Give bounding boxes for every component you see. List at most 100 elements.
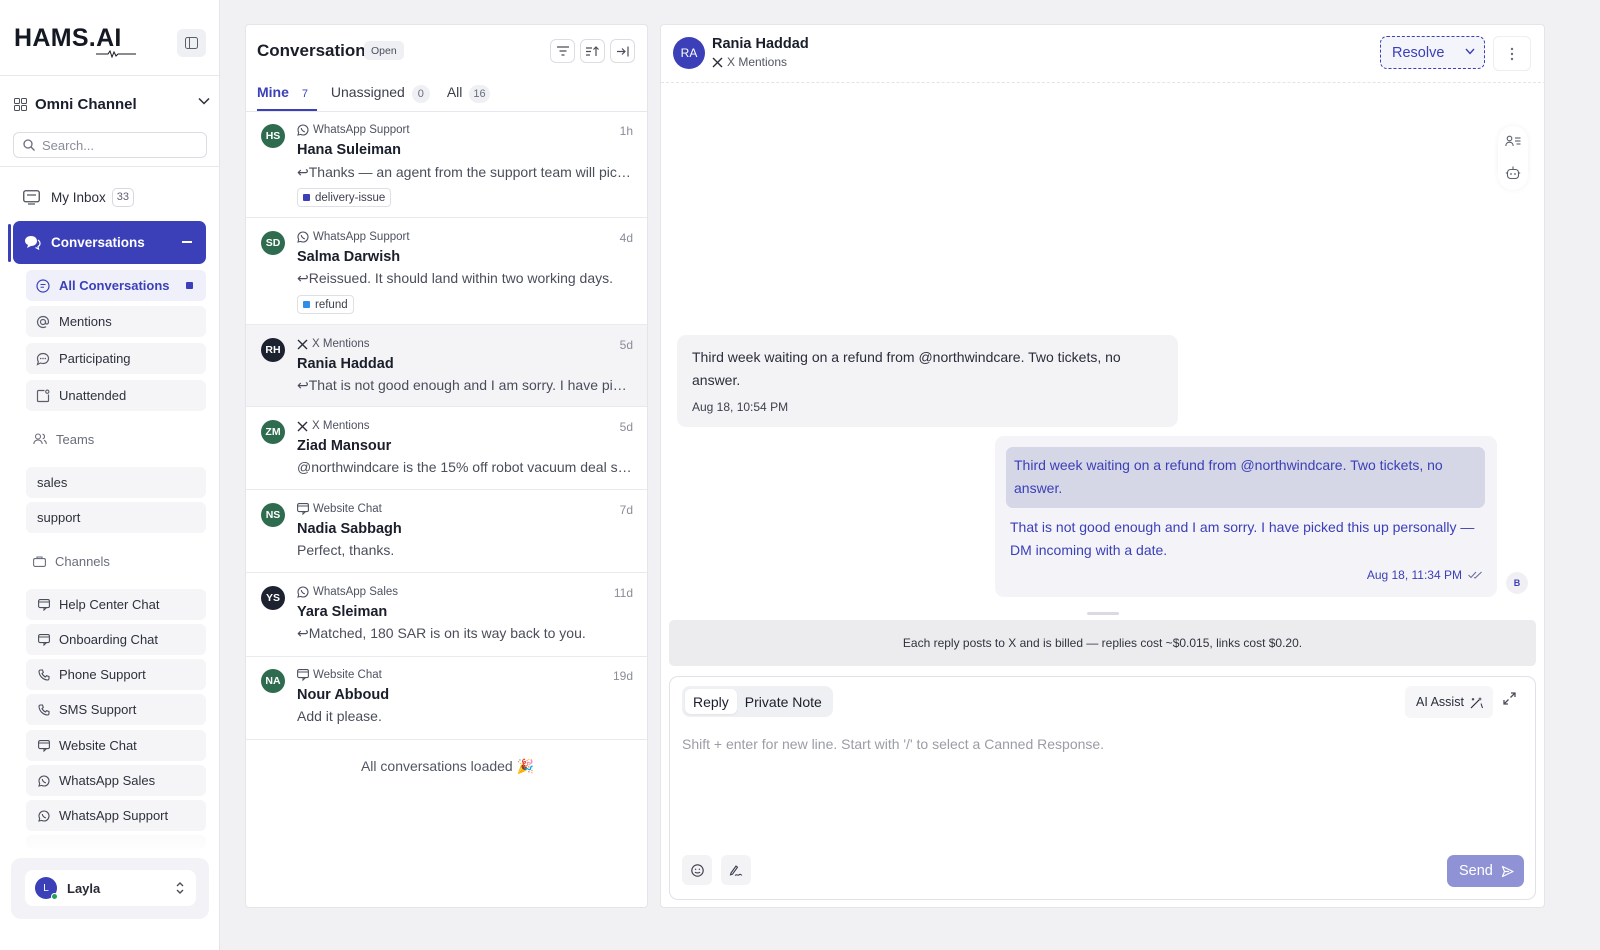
sidebar-toggle-button[interactable] xyxy=(177,29,206,57)
user-menu-button[interactable]: L Layla xyxy=(25,870,196,906)
conversation-item-selected[interactable]: RH X Mentions 5d Rania Haddad ↩That is n… xyxy=(246,325,647,407)
message-text: Third week waiting on a refund from @nor… xyxy=(692,349,1121,388)
logo-row: HAMS.AI xyxy=(0,0,219,76)
resolve-button[interactable]: Resolve xyxy=(1380,36,1485,69)
conversation-item[interactable]: ZM X Mentions 5d Ziad Mansour @northwind… xyxy=(246,407,647,490)
channel-label: Phone Support xyxy=(59,667,146,682)
message-preview: ↩Matched, 180 SAR is on its way back to … xyxy=(297,625,586,641)
send-button[interactable]: Send xyxy=(1447,855,1524,887)
sidebar-item-channel-sms-support[interactable]: SMS Support xyxy=(26,694,206,725)
contact-name: Ziad Mansour xyxy=(297,438,392,454)
contact-name[interactable]: Rania Haddad xyxy=(712,36,809,52)
sidebar-item-my-inbox[interactable]: My Inbox 33 xyxy=(23,186,135,208)
contact-name: Hana Suleiman xyxy=(297,142,401,158)
sidebar-panel-icon xyxy=(185,37,198,49)
channel-label: WhatsApp Sales xyxy=(297,586,398,598)
sender-avatar: B xyxy=(1506,572,1528,594)
avatar: SD xyxy=(261,231,285,255)
sidebar-item-team-sales[interactable]: sales xyxy=(26,467,206,498)
tab-label: All xyxy=(446,84,463,100)
phone-icon xyxy=(38,703,50,716)
resize-handle[interactable] xyxy=(1087,612,1119,615)
sidebar-item-label: Mentions xyxy=(59,314,112,329)
avatar[interactable]: RA xyxy=(673,37,705,69)
sidebar-item-label: My Inbox xyxy=(51,189,106,205)
smiley-icon xyxy=(690,863,704,877)
conversation-item[interactable]: YS WhatsApp Sales 11d Yara Sleiman ↩Matc… xyxy=(246,573,647,657)
tag-color xyxy=(303,194,310,201)
tab-mine[interactable]: Mine 7 xyxy=(257,83,317,111)
message-input[interactable] xyxy=(682,736,1522,816)
contact-name: Rania Haddad xyxy=(297,356,394,372)
billing-notice: Each reply posts to X and is billed — re… xyxy=(669,620,1536,666)
sort-button[interactable] xyxy=(580,39,605,63)
message-preview: @northwindcare is the 15% off robot vacu… xyxy=(297,459,632,475)
inbox-unread-icon xyxy=(36,389,50,402)
sidebar-item-channel-whatsapp-support[interactable]: WhatsApp Support xyxy=(26,800,206,831)
bot-icon[interactable] xyxy=(1505,165,1521,181)
signature-button[interactable] xyxy=(721,855,751,885)
channel-label: Onboarding Chat xyxy=(59,632,159,647)
message-preview: Perfect, thanks. xyxy=(297,542,395,558)
reply-composer: Reply Private Note AI Assist Send xyxy=(669,676,1536,900)
avatar: YS xyxy=(261,586,285,610)
private-note-mode-button[interactable]: Private Note xyxy=(737,689,830,714)
message-preview: Add it please. xyxy=(297,708,382,724)
web-chat-icon xyxy=(297,669,309,681)
tab-unassigned[interactable]: Unassigned 0 xyxy=(331,83,430,111)
avatar: NS xyxy=(261,503,285,527)
conversation-item[interactable]: NS Website Chat 7d Nadia Sabbagh Perfect… xyxy=(246,490,647,573)
sidebar-item-unattended[interactable]: Unattended xyxy=(26,380,206,411)
resolve-label: Resolve xyxy=(1392,44,1445,61)
contact-details-icon[interactable] xyxy=(1505,135,1521,147)
sidebar-item-channel-onboarding-chat[interactable]: Onboarding Chat xyxy=(26,624,206,655)
timestamp: 4d xyxy=(619,231,633,245)
whatsapp-icon xyxy=(38,774,50,787)
more-options-button[interactable] xyxy=(1493,36,1531,71)
conversation-item[interactable]: NA Website Chat 19d Nour Abboud Add it p… xyxy=(246,657,647,740)
status-badge[interactable]: Open xyxy=(364,41,404,60)
label-tag[interactable]: refund xyxy=(297,295,354,314)
inbox-count-badge: 33 xyxy=(111,187,135,207)
double-check-icon xyxy=(1468,571,1482,579)
sidebar-item-conversations[interactable]: Conversations xyxy=(13,221,206,264)
sidebar-item-team-support[interactable]: support xyxy=(26,502,206,533)
chevron-down-icon xyxy=(1465,48,1475,55)
reply-mode-button[interactable]: Reply xyxy=(685,689,737,714)
contact-name: Nour Abboud xyxy=(297,687,390,703)
incoming-message: Third week waiting on a refund from @nor… xyxy=(677,335,1178,427)
at-sign-icon xyxy=(36,315,50,328)
sidebar-item-channel-whatsapp-sales[interactable]: WhatsApp Sales xyxy=(26,765,206,796)
tab-all[interactable]: All 16 xyxy=(447,83,490,111)
sidebar-item-label: Participating xyxy=(59,351,131,366)
collapse-list-button[interactable] xyxy=(610,39,635,63)
tab-count: 7 xyxy=(301,88,308,100)
sidebar-item-participating[interactable]: Participating xyxy=(26,343,206,374)
sort-icon xyxy=(586,45,599,56)
sidebar-search-input[interactable] xyxy=(42,137,192,153)
message-timestamp: Aug 18, 10:54 PM xyxy=(692,400,789,414)
sidebar-item-all-conversations[interactable]: All Conversations xyxy=(26,270,206,301)
inbox-icon xyxy=(23,189,40,205)
conversation-item[interactable]: HS WhatsApp Support 1h Hana Suleiman ↩Th… xyxy=(246,112,647,218)
expand-composer-button[interactable] xyxy=(1503,692,1516,708)
label-tag[interactable]: delivery-issue xyxy=(297,188,392,207)
collapse-minus-icon[interactable] xyxy=(182,241,192,243)
ai-assist-label: AI Assist xyxy=(1416,695,1464,709)
filter-button[interactable] xyxy=(550,39,575,63)
channels-section-header: Channels xyxy=(33,551,110,571)
emoji-button[interactable] xyxy=(682,855,712,885)
send-label: Send xyxy=(1459,863,1493,879)
tab-count: 16 xyxy=(469,85,490,103)
sidebar-item-channel-phone-support[interactable]: Phone Support xyxy=(26,659,206,690)
sidebar-item-mentions[interactable]: Mentions xyxy=(26,306,206,337)
channel-label: X Mentions xyxy=(712,55,787,69)
ai-assist-button[interactable]: AI Assist xyxy=(1405,686,1493,718)
sidebar-item-channel-website-chat[interactable]: Website Chat xyxy=(26,730,206,761)
web-chat-icon xyxy=(38,633,50,646)
sidebar-item-channel-help-center-chat[interactable]: Help Center Chat xyxy=(26,589,206,620)
timestamp: 7d xyxy=(619,503,633,517)
conversation-item[interactable]: SD WhatsApp Support 4d Salma Darwish ↩Re… xyxy=(246,218,647,325)
workspace-switcher[interactable]: Omni Channel xyxy=(14,93,210,115)
user-name: Layla xyxy=(67,880,101,896)
